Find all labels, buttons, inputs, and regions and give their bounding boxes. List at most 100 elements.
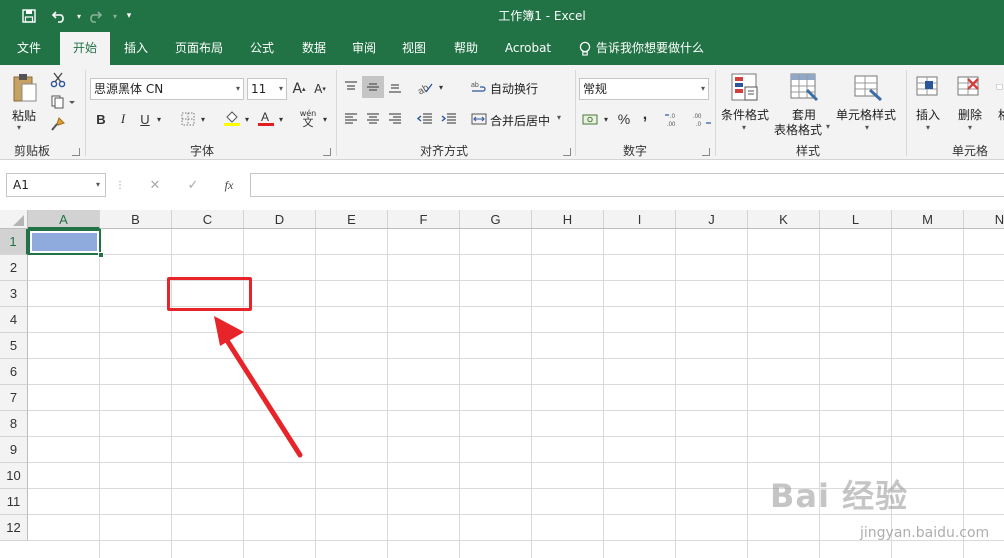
format-as-table-dropdown-icon[interactable]: ▾: [826, 122, 830, 131]
row-header-2[interactable]: 2: [0, 255, 28, 281]
grow-font-button[interactable]: A ▴: [291, 78, 307, 100]
align-right-icon[interactable]: [384, 108, 406, 130]
format-cells-label[interactable]: 格: [998, 106, 1004, 123]
column-header-n[interactable]: N: [964, 210, 1004, 229]
number-launcher-icon[interactable]: [702, 148, 710, 156]
row-header-9[interactable]: 9: [0, 437, 28, 463]
orientation-dropdown-icon[interactable]: ▾: [436, 76, 446, 98]
paste-icon[interactable]: [8, 71, 42, 105]
conditional-formatting-label[interactable]: 条件格式: [721, 106, 769, 123]
font-name-select[interactable]: 思源黑体 CN ▾: [90, 78, 244, 100]
formula-bar-resize-icon[interactable]: ⋮: [114, 176, 126, 194]
cell-styles-label[interactable]: 单元格样式: [836, 106, 896, 123]
wrap-text-label[interactable]: 自动换行: [490, 80, 538, 97]
row-header-3[interactable]: 3: [0, 281, 28, 307]
tab-acrobat[interactable]: Acrobat: [498, 32, 558, 65]
font-launcher-icon[interactable]: [323, 148, 331, 156]
row-header-5[interactable]: 5: [0, 333, 28, 359]
column-header-m[interactable]: M: [892, 210, 964, 229]
formula-input[interactable]: [250, 173, 1004, 197]
format-as-table-icon[interactable]: [788, 71, 820, 103]
number-format-select[interactable]: 常规 ▾: [579, 78, 709, 100]
column-header-k[interactable]: K: [748, 210, 820, 229]
merge-center-label[interactable]: 合并后居中: [490, 112, 550, 129]
row-header-7[interactable]: 7: [0, 385, 28, 411]
tab-review[interactable]: 审阅: [342, 32, 386, 65]
column-header-e[interactable]: E: [316, 210, 388, 229]
increase-decimal-icon[interactable]: .0.00: [664, 109, 686, 129]
cancel-edit-button[interactable]: ✕: [146, 175, 164, 195]
column-header-g[interactable]: G: [460, 210, 532, 229]
cell-styles-icon[interactable]: [852, 71, 884, 103]
tell-me-search[interactable]: 告诉我你想要做什么: [596, 32, 704, 65]
format-cells-icon[interactable]: [996, 71, 1004, 103]
column-header-f[interactable]: F: [388, 210, 460, 229]
alignment-launcher-icon[interactable]: [563, 148, 571, 156]
underline-button[interactable]: U: [138, 109, 152, 129]
clipboard-launcher-icon[interactable]: [72, 148, 80, 156]
tab-help[interactable]: 帮助: [444, 32, 488, 65]
confirm-edit-button[interactable]: ✓: [184, 175, 202, 195]
column-header-j[interactable]: J: [676, 210, 748, 229]
column-header-c[interactable]: C: [172, 210, 244, 229]
conditional-formatting-icon[interactable]: [729, 71, 761, 103]
phonetic-guide-button[interactable]: wén 文: [296, 105, 320, 131]
insert-cells-icon[interactable]: [914, 71, 944, 103]
fill-color-dropdown-icon[interactable]: ▾: [242, 109, 252, 129]
tab-page-layout[interactable]: 页面布局: [166, 32, 232, 65]
insert-dropdown-icon[interactable]: ▾: [926, 123, 930, 132]
align-bottom-icon[interactable]: [384, 76, 406, 98]
row-header-12[interactable]: 12: [0, 515, 28, 541]
shrink-font-button[interactable]: A ▾: [312, 78, 328, 100]
column-header-i[interactable]: I: [604, 210, 676, 229]
tab-file[interactable]: 文件: [6, 32, 52, 65]
insert-cells-label[interactable]: 插入: [916, 106, 940, 123]
delete-dropdown-icon[interactable]: ▾: [968, 123, 972, 132]
wrap-text-icon[interactable]: ab: [470, 76, 488, 98]
column-header-a[interactable]: A: [28, 210, 100, 229]
phonetic-dropdown-icon[interactable]: ▾: [320, 109, 330, 129]
active-cell-a1[interactable]: [28, 229, 101, 255]
percent-button[interactable]: %: [614, 109, 634, 129]
copy-icon[interactable]: [48, 93, 78, 111]
accounting-format-icon[interactable]: [581, 109, 601, 129]
cell-styles-dropdown-icon[interactable]: ▾: [865, 123, 869, 132]
accounting-dropdown-icon[interactable]: ▾: [601, 109, 611, 129]
column-header-d[interactable]: D: [244, 210, 316, 229]
paste-label[interactable]: 粘贴: [12, 107, 36, 124]
merge-center-icon[interactable]: [470, 108, 488, 130]
select-all-corner[interactable]: [0, 210, 28, 229]
font-size-select[interactable]: 11 ▾: [247, 78, 287, 100]
row-header-6[interactable]: 6: [0, 359, 28, 385]
orientation-icon[interactable]: ab: [414, 76, 436, 98]
align-top-icon[interactable]: [340, 76, 362, 98]
italic-button[interactable]: I: [116, 109, 130, 129]
borders-icon[interactable]: [178, 109, 198, 129]
increase-indent-icon[interactable]: [438, 108, 460, 130]
fill-handle[interactable]: [98, 252, 104, 258]
font-color-dropdown-icon[interactable]: ▾: [276, 109, 286, 129]
align-left-icon[interactable]: [340, 108, 362, 130]
row-header-10[interactable]: 10: [0, 463, 28, 489]
row-header-1[interactable]: 1: [0, 229, 28, 255]
cut-icon[interactable]: [48, 71, 68, 89]
borders-dropdown-icon[interactable]: ▾: [198, 109, 208, 129]
paste-dropdown-icon[interactable]: ▾: [17, 123, 21, 132]
tab-data[interactable]: 数据: [292, 32, 336, 65]
delete-cells-label[interactable]: 删除: [958, 106, 982, 123]
decrease-decimal-icon[interactable]: .00.0: [690, 109, 712, 129]
column-header-b[interactable]: B: [100, 210, 172, 229]
row-header-11[interactable]: 11: [0, 489, 28, 515]
align-center-icon[interactable]: [362, 108, 384, 130]
format-painter-icon[interactable]: [48, 115, 68, 133]
tab-view[interactable]: 视图: [392, 32, 436, 65]
bold-button[interactable]: B: [94, 109, 108, 129]
decrease-indent-icon[interactable]: [414, 108, 436, 130]
conditional-dropdown-icon[interactable]: ▾: [742, 123, 746, 132]
row-header-8[interactable]: 8: [0, 411, 28, 437]
merge-dropdown-icon[interactable]: ▾: [557, 113, 561, 122]
align-middle-icon[interactable]: [362, 76, 384, 98]
comma-button[interactable]: ,: [638, 105, 652, 125]
tab-insert[interactable]: 插入: [114, 32, 158, 65]
tab-formulas[interactable]: 公式: [240, 32, 284, 65]
